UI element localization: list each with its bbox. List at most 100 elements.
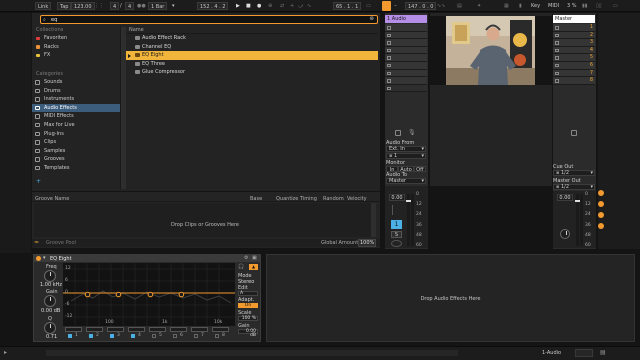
- draw-mode-icon[interactable]: ∿: [307, 2, 311, 10]
- midi-map-button[interactable]: MIDI: [548, 2, 559, 10]
- master-out-select[interactable]: ▪ 1/2 ▾: [553, 184, 595, 190]
- clip-slot[interactable]: [385, 46, 427, 55]
- device-drop-zone[interactable]: Drop Audio Effects Here: [266, 254, 635, 342]
- capture-icon[interactable]: ✦: [477, 2, 481, 10]
- audio-from-select[interactable]: Ext. In ▾: [386, 146, 426, 152]
- clip-stop-button[interactable]: [395, 130, 401, 136]
- gain-value[interactable]: 0.00 dB: [41, 308, 60, 314]
- arrangement-position[interactable]: 152 . 4 . 2: [197, 2, 229, 10]
- play-scene-icon[interactable]: [555, 56, 559, 60]
- quantize-header[interactable]: Quantize: [276, 196, 298, 202]
- category-grooves[interactable]: Grooves: [32, 155, 120, 164]
- device-settings-icon[interactable]: ⚙: [244, 255, 248, 261]
- expand-arrow-icon[interactable]: ▸: [4, 349, 7, 356]
- loop-switch-icon[interactable]: ⤻: [298, 2, 303, 10]
- clear-search-icon[interactable]: ⊗: [369, 16, 374, 22]
- timing-header[interactable]: Timing: [300, 196, 317, 202]
- search-input[interactable]: eq: [51, 17, 57, 23]
- band-6-filter-type[interactable]: [170, 327, 187, 332]
- result-eq-three[interactable]: EQ Three: [126, 60, 378, 69]
- band-4-on-toggle[interactable]: [131, 334, 135, 338]
- global-amount-field[interactable]: 100%: [358, 239, 377, 247]
- automation-arm-icon[interactable]: ⇄: [280, 2, 284, 10]
- stop-all-clips-button[interactable]: [571, 130, 577, 136]
- clip-slot[interactable]: [385, 54, 427, 62]
- band-3-on-toggle[interactable]: [110, 334, 114, 338]
- play-scene-icon[interactable]: [555, 41, 559, 45]
- stop-icon[interactable]: ■: [246, 2, 251, 10]
- result-eq-eight[interactable]: EQ Eight: [126, 51, 378, 60]
- band-1-on-toggle[interactable]: [68, 334, 72, 338]
- band-7-on-toggle[interactable]: [194, 334, 198, 338]
- clip-slot[interactable]: [385, 39, 427, 47]
- collection-fx[interactable]: FX: [32, 51, 120, 60]
- category-plug-ins[interactable]: Plug-Ins: [32, 130, 120, 139]
- scene-launch-slot[interactable]: 2: [553, 31, 595, 40]
- audio-track-header[interactable]: 1 Audio: [385, 15, 427, 23]
- detail-view-toggle-icon[interactable]: ▤: [600, 349, 606, 356]
- q-knob[interactable]: [44, 322, 56, 334]
- freq-value[interactable]: 1.00 kHz: [40, 282, 62, 288]
- scene-launch-slot[interactable]: 5: [553, 54, 595, 62]
- play-icon[interactable]: ▶: [236, 2, 240, 10]
- scene-launch-slot[interactable]: 6: [553, 61, 595, 70]
- groove-scrollbar[interactable]: [371, 203, 376, 237]
- category-instruments[interactable]: Instruments: [32, 95, 120, 104]
- scene-launch-slot[interactable]: 1: [553, 24, 595, 32]
- category-sounds[interactable]: Sounds: [32, 78, 120, 87]
- velocity-header[interactable]: Velocity: [347, 196, 367, 202]
- scene-launch-slot[interactable]: 3: [553, 39, 595, 47]
- play-scene-icon[interactable]: [555, 26, 559, 30]
- play-scene-icon[interactable]: [555, 33, 559, 38]
- monitor-off-button[interactable]: Off: [413, 166, 426, 173]
- category-max-for-live[interactable]: Max for Live: [32, 121, 120, 130]
- clip-overdub-icon[interactable]: ▤: [457, 2, 462, 10]
- key-map-button[interactable]: Key: [531, 2, 540, 10]
- result-glue-compressor[interactable]: Glue Compressor: [126, 68, 378, 77]
- adapt-q-toggle[interactable]: On: [238, 303, 258, 308]
- loop-icon[interactable]: ▭: [366, 2, 371, 10]
- eq-band-3-point[interactable]: [147, 291, 154, 298]
- eq-display[interactable]: 12 6 0 -6 -12 100 1k 10k: [63, 263, 235, 326]
- arm-button[interactable]: [391, 240, 402, 247]
- groove-name-header[interactable]: Groove Name: [35, 196, 69, 202]
- result-audio-effect-rack[interactable]: Audio Effect Rack: [126, 34, 378, 43]
- stop-button-icon[interactable]: [387, 71, 391, 76]
- scene-launch-slot[interactable]: 8: [553, 77, 595, 85]
- result-channel-eq[interactable]: Channel EQ: [126, 43, 378, 52]
- tap-tempo-button[interactable]: Tap: [57, 2, 72, 10]
- stop-button-icon[interactable]: [387, 63, 391, 68]
- q-value[interactable]: 0.71: [46, 334, 57, 340]
- play-scene-icon[interactable]: [555, 71, 559, 76]
- clip-slot[interactable]: [385, 24, 427, 32]
- output-gain-field[interactable]: 0.00 dB: [238, 329, 258, 338]
- band-2-filter-type[interactable]: [86, 327, 103, 332]
- record-icon[interactable]: ●: [257, 2, 261, 10]
- groove-wave-icon[interactable]: ≈: [34, 239, 39, 246]
- scene-launch-slot[interactable]: 7: [553, 69, 595, 78]
- band-7-filter-type[interactable]: [191, 327, 208, 332]
- cue-out-select[interactable]: ▪ 1/2 ▾: [553, 170, 595, 176]
- stop-button-icon[interactable]: [387, 26, 391, 30]
- microphone-icon[interactable]: 🎙: [408, 129, 416, 136]
- stop-button-icon[interactable]: [387, 86, 391, 91]
- mixer-toggle-button[interactable]: [598, 223, 604, 229]
- audio-volume-field[interactable]: 0.00: [389, 194, 405, 201]
- device-fold-icon[interactable]: ▣: [252, 255, 257, 261]
- collection-racks[interactable]: Racks: [32, 43, 120, 52]
- eq-band-2-point[interactable]: [115, 291, 122, 298]
- play-scene-icon[interactable]: [555, 48, 559, 53]
- band-8-on-toggle[interactable]: [215, 334, 219, 338]
- category-templates[interactable]: Templates: [32, 164, 120, 173]
- gain-knob[interactable]: [44, 295, 56, 307]
- chevron-down-icon[interactable]: ▾: [172, 2, 175, 10]
- band-6-on-toggle[interactable]: [173, 334, 177, 338]
- band-5-on-toggle[interactable]: [152, 334, 156, 338]
- band-4-filter-type[interactable]: [128, 327, 145, 332]
- stop-button-icon[interactable]: [387, 56, 391, 60]
- category-audio-effects[interactable]: Audio Effects: [32, 103, 120, 113]
- category-drums[interactable]: Drums: [32, 87, 120, 96]
- returns-toggle-button[interactable]: [598, 212, 604, 218]
- input-channel-select[interactable]: ▪ 1 ▾: [386, 153, 426, 159]
- adaptive-toggle-icon[interactable]: ▲: [249, 264, 258, 270]
